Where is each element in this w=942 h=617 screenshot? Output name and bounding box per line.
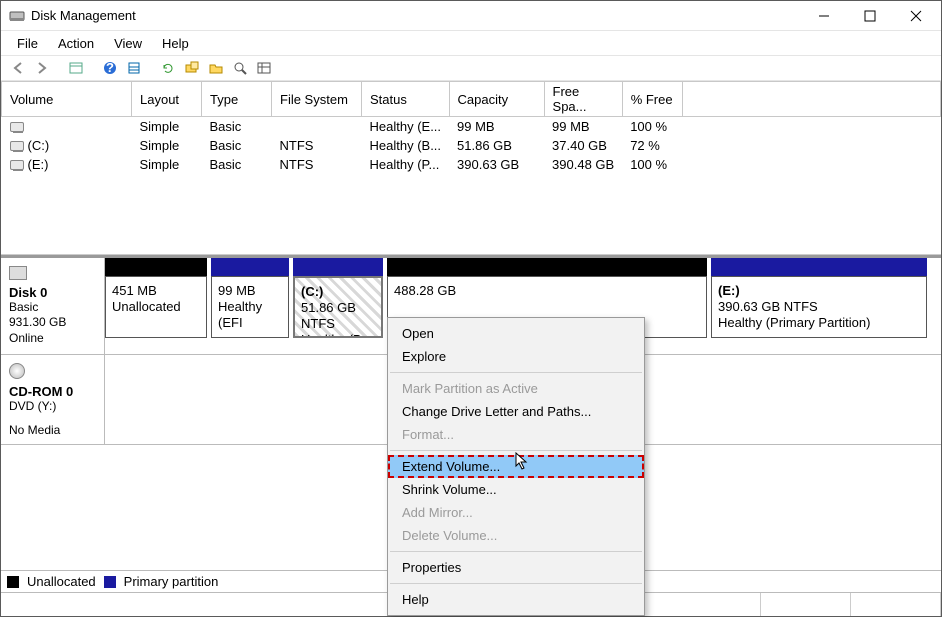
- minimize-button[interactable]: [801, 1, 847, 31]
- col-spacer: [682, 82, 940, 117]
- toolbar: ?: [1, 55, 941, 81]
- ctx-add-mirror: Add Mirror...: [388, 501, 644, 524]
- ctx-shrink-volume[interactable]: Shrink Volume...: [388, 478, 644, 501]
- partition-c-selected[interactable]: (C:)51.86 GB NTFSHealthy (Bo: [293, 258, 383, 355]
- ctx-help[interactable]: Help: [388, 588, 644, 611]
- ctx-format: Format...: [388, 423, 644, 446]
- ctx-open[interactable]: Open: [388, 322, 644, 345]
- legend-swatch-unallocated: [7, 576, 19, 588]
- volume-row[interactable]: (C:) SimpleBasic NTFSHealthy (B... 51.86…: [2, 136, 941, 155]
- close-button[interactable]: [893, 1, 939, 31]
- titlebar: Disk Management: [1, 1, 941, 31]
- partition-unallocated[interactable]: 451 MBUnallocated: [105, 258, 207, 355]
- col-free[interactable]: Free Spa...: [544, 82, 622, 117]
- svg-text:?: ?: [106, 61, 114, 75]
- help-button[interactable]: ?: [99, 57, 121, 79]
- ctx-delete-volume: Delete Volume...: [388, 524, 644, 547]
- window-title: Disk Management: [31, 8, 801, 23]
- forward-button[interactable]: [31, 57, 53, 79]
- menu-view[interactable]: View: [104, 34, 152, 53]
- disk-0-label[interactable]: Disk 0 Basic 931.30 GB Online: [1, 258, 105, 355]
- volume-row[interactable]: SimpleBasic Healthy (E... 99 MB99 MB 100…: [2, 117, 941, 136]
- menu-help[interactable]: Help: [152, 34, 199, 53]
- drive-icon: [10, 122, 24, 132]
- ctx-explore[interactable]: Explore: [388, 345, 644, 368]
- drive-icon: [10, 141, 24, 151]
- col-pct[interactable]: % Free: [622, 82, 682, 117]
- col-type[interactable]: Type: [202, 82, 272, 117]
- col-volume[interactable]: Volume: [2, 82, 132, 117]
- refresh-button[interactable]: [157, 57, 179, 79]
- partition-e[interactable]: (E:)390.63 GB NTFSHealthy (Primary Parti…: [711, 258, 927, 355]
- legend-swatch-primary: [104, 576, 116, 588]
- show-hide-button[interactable]: [65, 57, 87, 79]
- menu-file[interactable]: File: [7, 34, 48, 53]
- volume-row[interactable]: (E:) SimpleBasic NTFSHealthy (P... 390.6…: [2, 155, 941, 174]
- drive-icon: [10, 160, 24, 170]
- context-menu: Open Explore Mark Partition as Active Ch…: [387, 317, 645, 616]
- ctx-extend-volume[interactable]: Extend Volume...: [388, 455, 644, 478]
- col-capacity[interactable]: Capacity: [449, 82, 544, 117]
- cdrom-icon: [9, 363, 25, 379]
- ctx-change-letter[interactable]: Change Drive Letter and Paths...: [388, 400, 644, 423]
- ctx-mark-active: Mark Partition as Active: [388, 377, 644, 400]
- legend-unallocated-label: Unallocated: [27, 574, 96, 589]
- disk-management-window: Disk Management File Action View Help ? …: [0, 0, 942, 617]
- settings-button[interactable]: [123, 57, 145, 79]
- ctx-properties[interactable]: Properties: [388, 556, 644, 579]
- partition-efi[interactable]: 99 MBHealthy (EFI: [211, 258, 289, 355]
- legend-primary-label: Primary partition: [124, 574, 219, 589]
- back-button[interactable]: [7, 57, 29, 79]
- list-button[interactable]: [253, 57, 275, 79]
- detail-button[interactable]: [229, 57, 251, 79]
- menubar: File Action View Help: [1, 31, 941, 55]
- maximize-button[interactable]: [847, 1, 893, 31]
- rescan-button[interactable]: [181, 57, 203, 79]
- disk-icon: [9, 266, 27, 280]
- open-button[interactable]: [205, 57, 227, 79]
- col-layout[interactable]: Layout: [132, 82, 202, 117]
- menu-action[interactable]: Action: [48, 34, 104, 53]
- col-status[interactable]: Status: [362, 82, 450, 117]
- volume-list: Volume Layout Type File System Status Ca…: [1, 81, 941, 255]
- cdrom-label[interactable]: CD-ROM 0 DVD (Y:) No Media: [1, 355, 105, 444]
- app-icon: [9, 8, 25, 24]
- col-fs[interactable]: File System: [272, 82, 362, 117]
